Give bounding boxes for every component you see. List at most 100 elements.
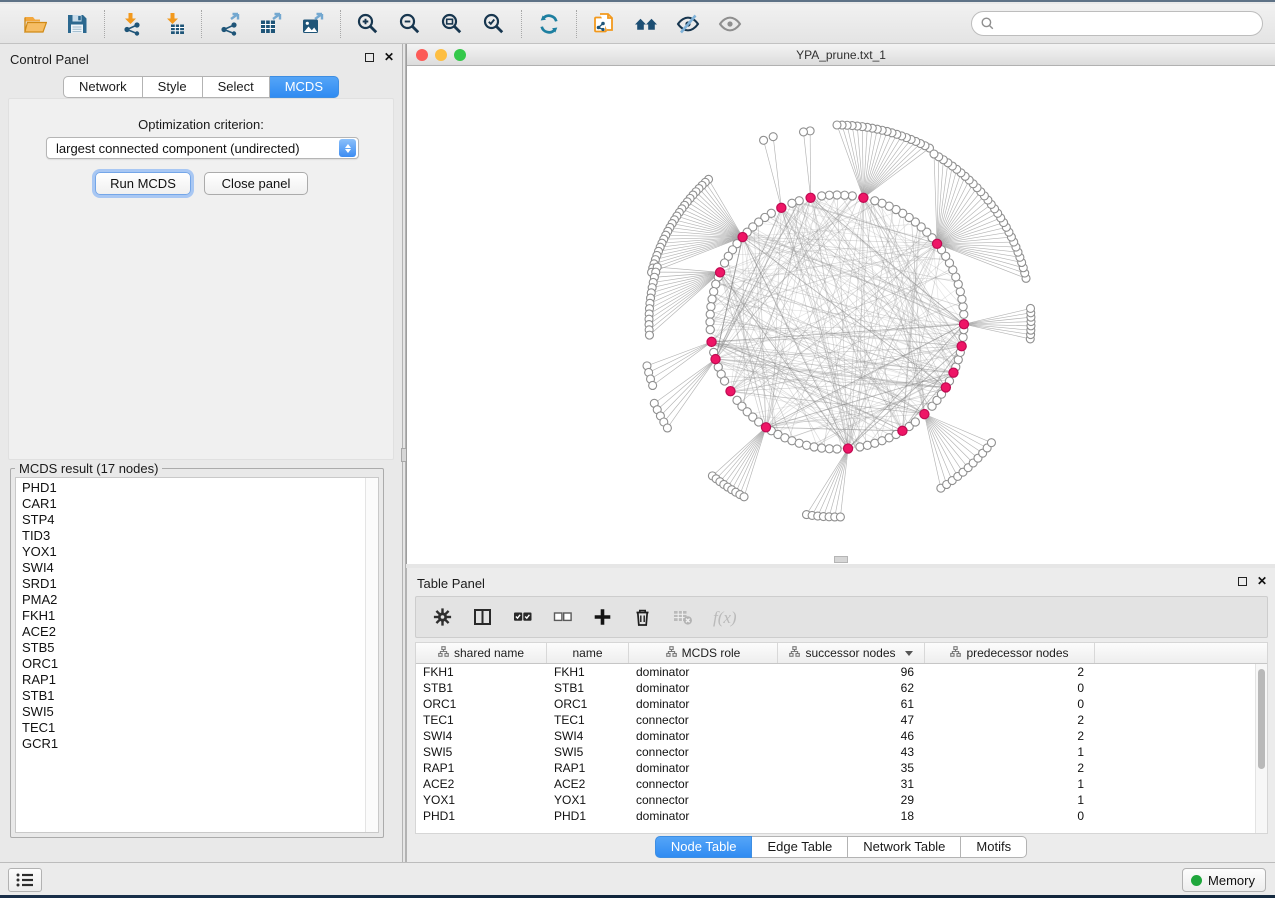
shared-column-icon [950, 646, 961, 660]
tab-network-table[interactable]: Network Table [848, 836, 961, 858]
duplicate-network-button[interactable] [591, 11, 617, 37]
select-all-rows-button[interactable] [512, 607, 533, 627]
mcds-result-node[interactable]: RAP1 [22, 672, 362, 688]
column-header-MCDS-role[interactable]: MCDS role [629, 643, 778, 663]
table-cell: SWI4 [416, 728, 547, 744]
column-header-shared-name[interactable]: shared name [416, 643, 547, 663]
table-scrollbar[interactable] [1255, 664, 1267, 833]
table-cell: 96 [778, 664, 925, 680]
float-panel-icon[interactable] [1238, 577, 1247, 586]
mcds-result-list[interactable]: PHD1CAR1STP4TID3YOX1SWI4SRD1PMA2FKH1ACE2… [15, 477, 379, 833]
table-row[interactable]: STB1STB1dominator620 [416, 680, 1267, 696]
mcds-result-node[interactable]: PHD1 [22, 480, 362, 496]
tab-edge-table[interactable]: Edge Table [752, 836, 848, 858]
memory-button[interactable]: Memory [1182, 868, 1266, 892]
table-row[interactable]: PHD1PHD1dominator180 [416, 808, 1267, 824]
tab-select[interactable]: Select [203, 76, 270, 98]
mcds-result-node[interactable]: CAR1 [22, 496, 362, 512]
tab-style[interactable]: Style [143, 76, 203, 98]
table-row[interactable]: YOX1YOX1connector291 [416, 792, 1267, 808]
export-network-button[interactable] [216, 11, 242, 37]
deselect-all-rows-button[interactable] [552, 607, 573, 627]
open-file-button[interactable] [22, 11, 48, 37]
table-panel-title: Table Panel [417, 576, 485, 591]
table-cell: PHD1 [547, 808, 629, 824]
mcds-result-node[interactable]: TID3 [22, 528, 362, 544]
table-row[interactable]: SWI5SWI5connector431 [416, 744, 1267, 760]
tab-node-table[interactable]: Node Table [655, 836, 753, 858]
zoom-fit-button[interactable] [439, 11, 465, 37]
first-neighbors-button[interactable] [633, 11, 659, 37]
zoom-in-button[interactable] [355, 11, 381, 37]
float-panel-icon[interactable] [365, 53, 374, 62]
tab-motifs[interactable]: Motifs [961, 836, 1027, 858]
result-list-scrollbar[interactable] [365, 478, 378, 832]
mcds-result-node[interactable]: STP4 [22, 512, 362, 528]
table-cell: connector [629, 792, 778, 808]
close-panel-button[interactable]: Close panel [204, 172, 308, 195]
zoom-selected-button[interactable] [481, 11, 507, 37]
mcds-result-node[interactable]: ORC1 [22, 656, 362, 672]
mcds-result-group: MCDS result (17 nodes) PHD1CAR1STP4TID3Y… [10, 468, 384, 838]
table-row[interactable]: TEC1TEC1connector472 [416, 712, 1267, 728]
table-row[interactable]: RAP1RAP1dominator352 [416, 760, 1267, 776]
mcds-result-node[interactable]: STB5 [22, 640, 362, 656]
table-cell: STB1 [547, 680, 629, 696]
splitter-grip[interactable] [834, 556, 848, 563]
column-header-successor-nodes[interactable]: successor nodes [778, 643, 925, 663]
mcds-result-node[interactable]: SWI4 [22, 560, 362, 576]
run-mcds-button[interactable]: Run MCDS [95, 172, 191, 195]
mcds-result-node[interactable]: TEC1 [22, 720, 362, 736]
show-panels-menu-button[interactable] [8, 868, 42, 892]
mcds-result-node[interactable]: YOX1 [22, 544, 362, 560]
column-header-name[interactable]: name [547, 643, 629, 663]
mcds-result-node[interactable]: ACE2 [22, 624, 362, 640]
search-input[interactable] [1000, 16, 1253, 32]
table-cell: YOX1 [416, 792, 547, 808]
table-cell: 31 [778, 776, 925, 792]
show-columns-button[interactable] [472, 607, 493, 627]
table-cell: dominator [629, 728, 778, 744]
search-box[interactable] [971, 11, 1263, 36]
close-panel-icon[interactable]: ✕ [384, 52, 394, 62]
table-cell: connector [629, 712, 778, 728]
close-panel-icon[interactable]: ✕ [1257, 576, 1267, 586]
scrollbar-thumb[interactable] [1258, 669, 1265, 769]
table-cell: 35 [778, 760, 925, 776]
mcds-result-node[interactable]: STB1 [22, 688, 362, 704]
save-session-button[interactable] [64, 11, 90, 37]
show-all-button[interactable] [717, 11, 743, 37]
column-header-predecessor-nodes[interactable]: predecessor nodes [925, 643, 1095, 663]
mcds-result-node[interactable]: GCR1 [22, 736, 362, 752]
table-cell: SWI5 [547, 744, 629, 760]
table-cell: dominator [629, 664, 778, 680]
table-row[interactable]: ACE2ACE2connector311 [416, 776, 1267, 792]
hide-selected-button[interactable] [675, 11, 701, 37]
zoom-out-button[interactable] [397, 11, 423, 37]
tab-mcds[interactable]: MCDS [270, 76, 339, 98]
refresh-view-button[interactable] [536, 11, 562, 37]
add-column-button[interactable] [592, 607, 613, 627]
table-settings-button[interactable] [432, 607, 453, 627]
import-network-button[interactable] [119, 11, 145, 37]
table-row[interactable]: ORC1ORC1dominator610 [416, 696, 1267, 712]
mcds-result-node[interactable]: FKH1 [22, 608, 362, 624]
mcds-result-node[interactable]: PMA2 [22, 592, 362, 608]
sort-caret-icon[interactable] [905, 651, 913, 656]
table-cell: 1 [925, 792, 1095, 808]
export-image-button[interactable] [300, 11, 326, 37]
table-cell: 2 [925, 728, 1095, 744]
export-table-button[interactable] [258, 11, 284, 37]
table-row[interactable]: SWI4SWI4dominator462 [416, 728, 1267, 744]
table-cell: ACE2 [416, 776, 547, 792]
mcds-result-node[interactable]: SWI5 [22, 704, 362, 720]
mcds-result-node[interactable]: SRD1 [22, 576, 362, 592]
optimization-criterion-label: Optimization criterion: [9, 117, 393, 132]
import-table-button[interactable] [161, 11, 187, 37]
network-window-titlebar[interactable]: YPA_prune.txt_1 [407, 44, 1275, 66]
table-row[interactable]: FKH1FKH1dominator962 [416, 664, 1267, 680]
tab-network[interactable]: Network [63, 76, 143, 98]
network-canvas[interactable] [407, 66, 1275, 564]
optimization-criterion-select[interactable]: largest connected component (undirected) [46, 137, 359, 159]
delete-columns-button[interactable] [632, 607, 653, 627]
